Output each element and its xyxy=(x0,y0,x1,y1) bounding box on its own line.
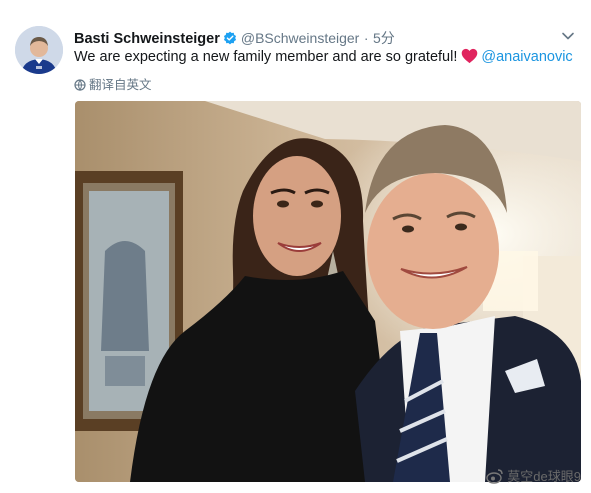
avatar[interactable] xyxy=(15,26,63,74)
globe-icon xyxy=(74,79,86,94)
user-handle[interactable]: @BSchweinsteiger xyxy=(241,30,360,46)
tweet-timestamp[interactable]: 5分 xyxy=(373,30,395,46)
translate-label[interactable]: 翻译自英文 xyxy=(89,78,152,92)
watermark-text: 莫空de球眼9 xyxy=(507,469,581,484)
heart-icon xyxy=(461,48,478,68)
translate-link[interactable]: 翻译自英文 xyxy=(74,74,152,94)
weibo-watermark: 莫空de球眼9 xyxy=(486,466,581,488)
mention-link[interactable]: @anaivanovic xyxy=(481,49,572,65)
tweet-header: Basti Schweinsteiger @BSchweinsteiger · 5… xyxy=(74,28,551,48)
tweet-photo[interactable] xyxy=(75,101,581,482)
tweet-text: We are expecting a new family member and… xyxy=(74,48,574,68)
chevron-down-icon[interactable] xyxy=(561,29,575,43)
tweet-body: We are expecting a new family member and… xyxy=(74,49,458,65)
separator-dot: · xyxy=(363,30,369,46)
weibo-logo-icon xyxy=(486,467,504,488)
display-name[interactable]: Basti Schweinsteiger xyxy=(74,31,220,47)
